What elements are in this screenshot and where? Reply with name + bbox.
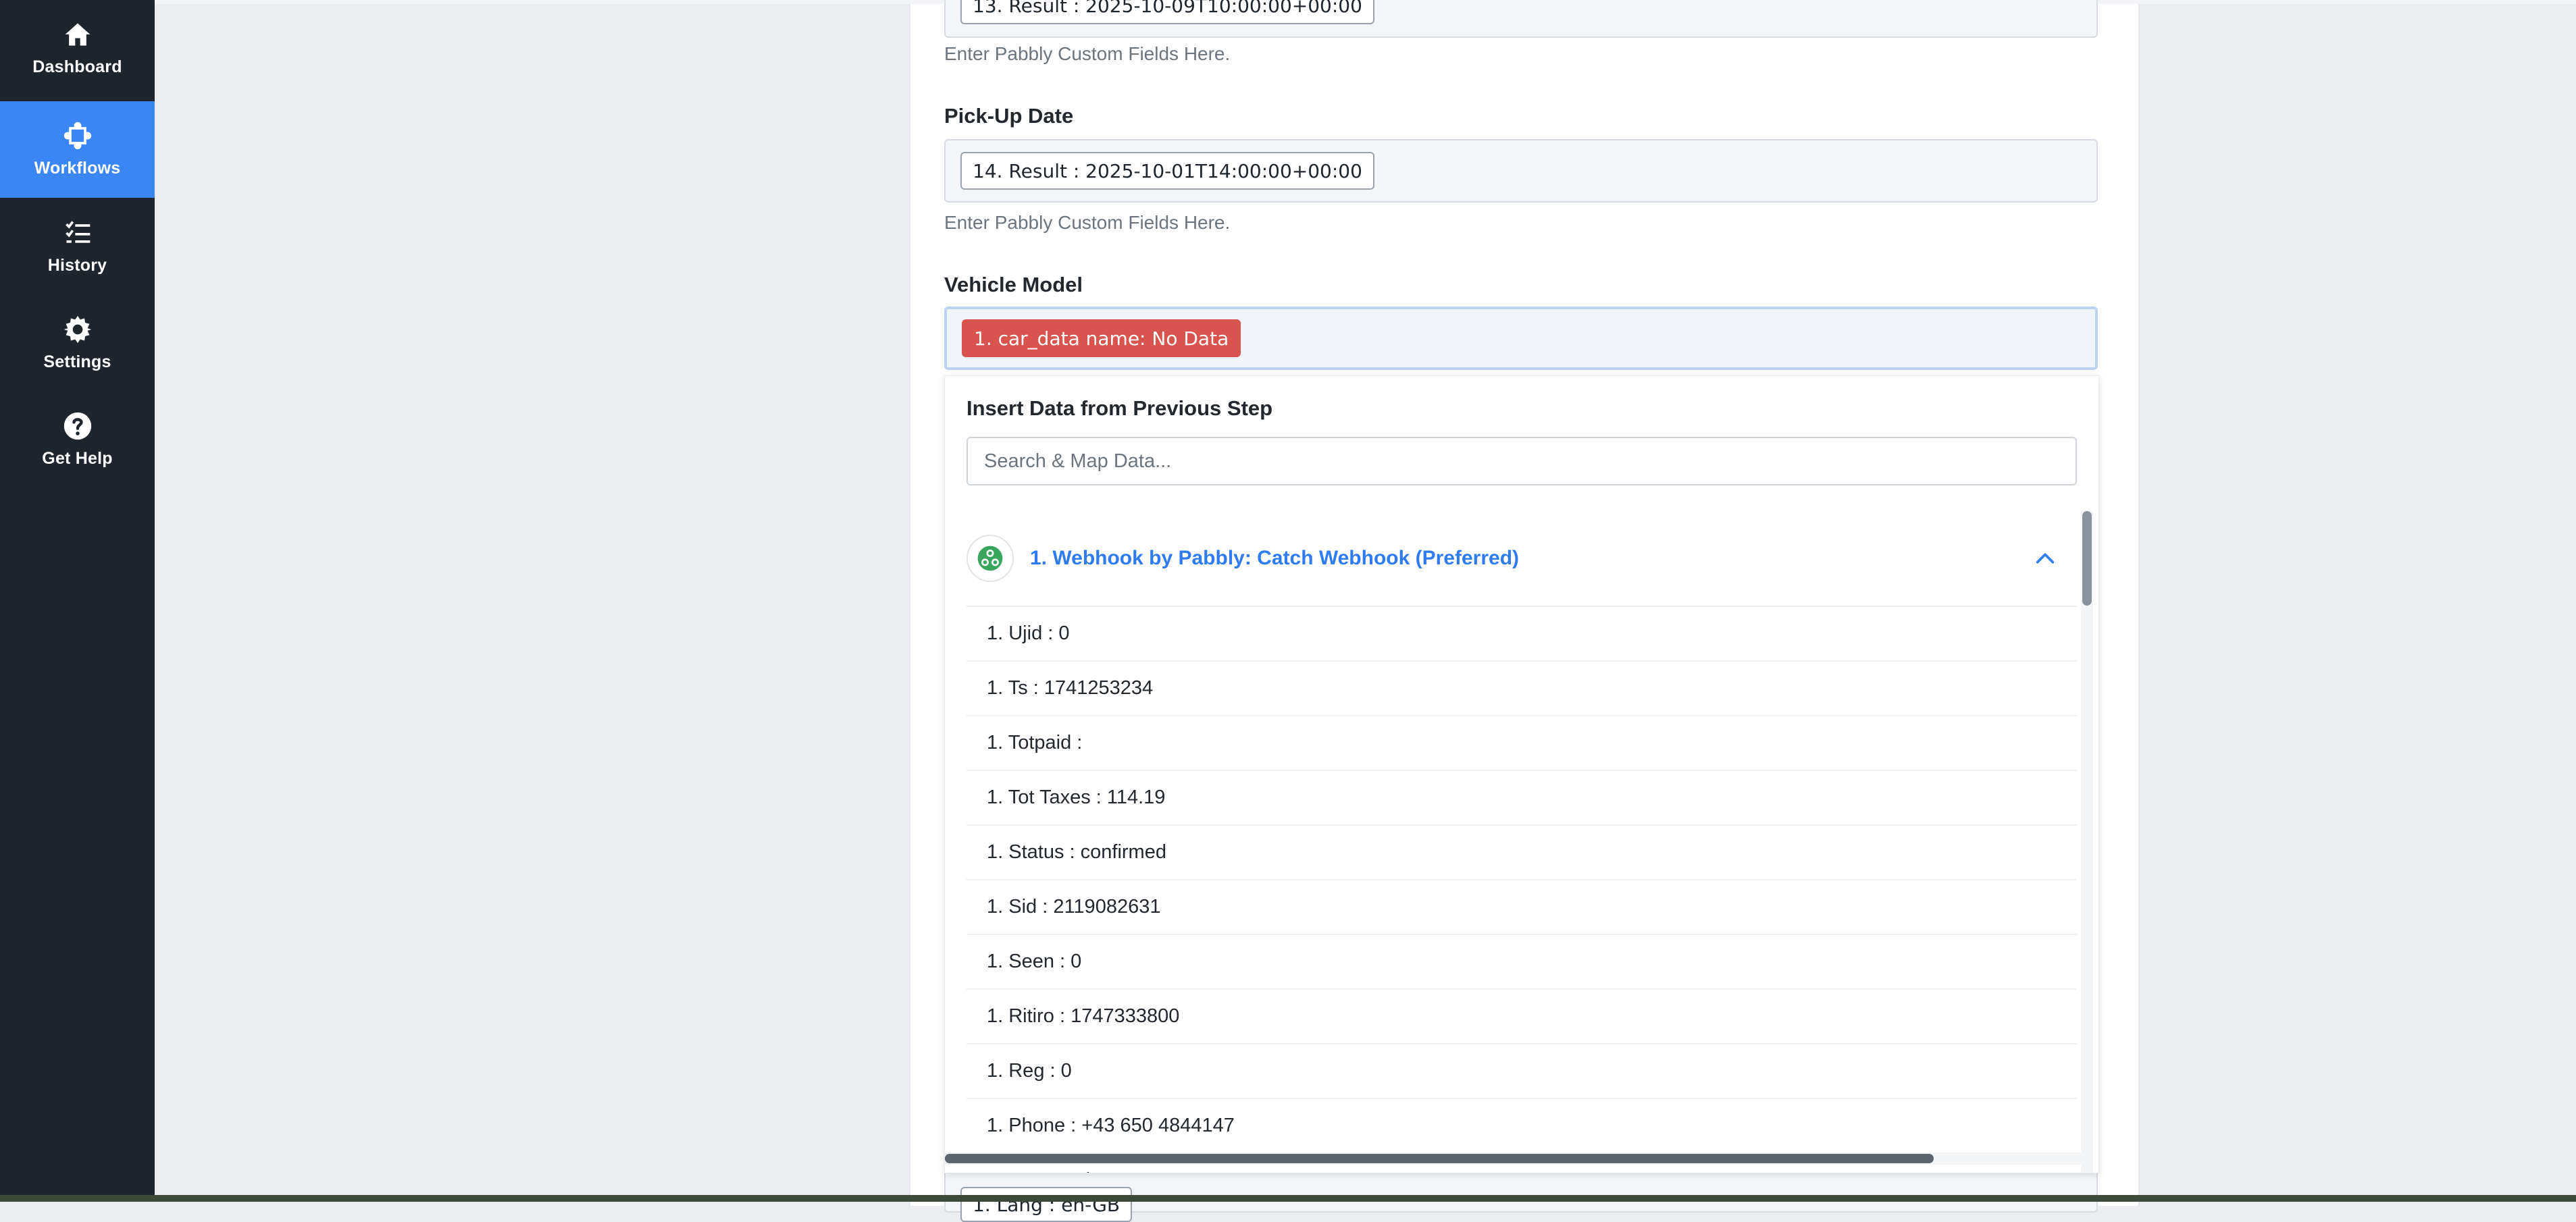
sidebar-item-label: Get Help — [42, 449, 113, 468]
mapped-data-tag[interactable]: 1. Lang : en-GB — [960, 1187, 1133, 1222]
vehicle-model-label: Vehicle Model — [944, 273, 1083, 296]
mapped-data-tag[interactable]: 14. Result : 2025-10-01T14:00:00+00:00 — [960, 152, 1374, 190]
list-item[interactable]: 1. Reg : 0 — [967, 1044, 2077, 1099]
dropdown-title: Insert Data from Previous Step — [967, 396, 1273, 420]
sidebar-item-get-help[interactable]: Get Help — [0, 392, 155, 488]
field-help-text: Enter Pabbly Custom Fields Here. — [944, 212, 1231, 233]
webhook-logo-icon — [967, 535, 1014, 582]
sidebar-item-workflows[interactable]: Workflows — [0, 101, 155, 198]
mapped-data-tag[interactable]: 13. Result : 2025-10-09T10:00:00+00:00 — [960, 0, 1374, 24]
result-field-13[interactable]: 13. Result : 2025-10-09T10:00:00+00:00 — [944, 0, 2098, 38]
list-item[interactable]: 1. Seen : 0 — [967, 935, 2077, 990]
history-list-icon — [65, 221, 90, 243]
list-item[interactable]: 1. Sid : 2119082631 — [967, 880, 2077, 935]
sidebar: Dashboard Workflows History Settings Get… — [0, 0, 155, 1202]
action-config-panel: 13. Result : 2025-10-09T10:00:00+00:00 E… — [909, 0, 2140, 1222]
horizontal-scrollbar-thumb[interactable] — [945, 1154, 1934, 1163]
pickup-date-label: Pick-Up Date — [944, 104, 1074, 128]
sidebar-item-dashboard[interactable]: Dashboard — [0, 0, 155, 97]
home-icon — [65, 23, 90, 46]
sidebar-item-label: Settings — [43, 352, 111, 371]
mapping-list: 1. Webhook by Pabbly: Catch Webhook (Pre… — [967, 511, 2077, 1173]
vertical-scrollbar-thumb[interactable] — [2082, 511, 2092, 606]
sidebar-item-label: Workflows — [34, 159, 121, 178]
list-item[interactable]: 1. Totpaid : — [967, 716, 2077, 771]
workflow-canvas: 13. Result : 2025-10-09T10:00:00+00:00 E… — [155, 0, 2576, 1222]
webhook-section-title: 1. Webhook by Pabbly: Catch Webhook (Pre… — [1030, 547, 1520, 569]
pickup-date-field[interactable]: 14. Result : 2025-10-01T14:00:00+00:00 — [944, 139, 2098, 203]
horizontal-scrollbar[interactable] — [945, 1152, 2085, 1165]
vehicle-model-field[interactable]: 1. car_data name: No Data — [944, 307, 2098, 370]
webhook-section-header[interactable]: 1. Webhook by Pabbly: Catch Webhook (Pre… — [967, 511, 2077, 607]
chevron-up-icon[interactable] — [2034, 547, 2057, 570]
sidebar-item-settings[interactable]: Settings — [0, 295, 155, 392]
sidebar-item-history[interactable]: History — [0, 198, 155, 295]
list-item[interactable]: 1. Ts : 1741253234 — [967, 662, 2077, 716]
search-input[interactable] — [967, 437, 2077, 485]
vertical-scrollbar[interactable] — [2081, 511, 2093, 1173]
list-item[interactable]: 1. Ritiro : 1747333800 — [967, 990, 2077, 1044]
list-item[interactable]: 1. Status : confirmed — [967, 826, 2077, 880]
sidebar-item-label: History — [47, 256, 107, 275]
workflow-icon — [63, 122, 91, 150]
window-bottom-edge — [0, 1195, 2576, 1202]
list-item[interactable]: 1. Tot Taxes : 114.19 — [967, 771, 2077, 826]
field-help-text: Enter Pabbly Custom Fields Here. — [944, 43, 1231, 64]
insert-data-dropdown: Insert Data from Previous Step 1. Webhoo… — [944, 375, 2099, 1173]
list-item[interactable]: 1. Phone : +43 650 4844147 — [967, 1099, 2077, 1154]
gear-icon — [63, 315, 91, 344]
help-icon — [63, 412, 91, 440]
sidebar-item-label: Dashboard — [32, 57, 122, 76]
mapped-data-tag-error[interactable]: 1. car_data name: No Data — [962, 319, 1241, 357]
list-item[interactable]: 1. Ujid : 0 — [967, 607, 2077, 662]
